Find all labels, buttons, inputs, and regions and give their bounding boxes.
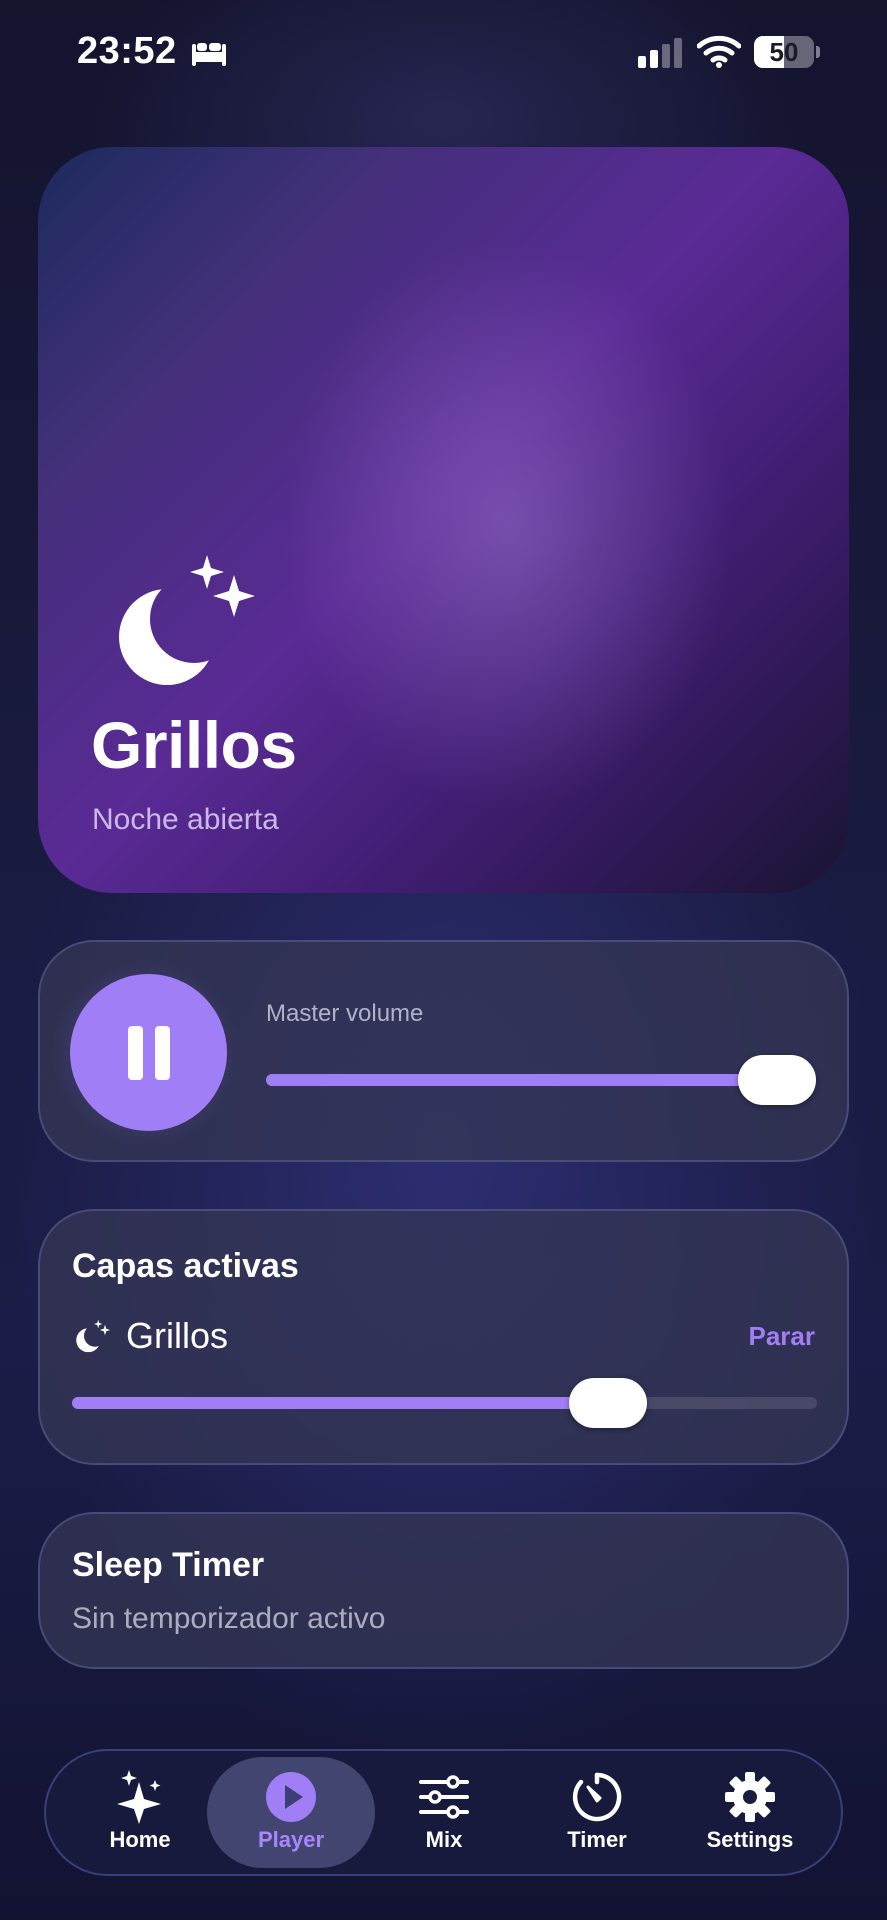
- tab-settings-label: Settings: [706, 1827, 794, 1852]
- player-controls-card: Master volume: [38, 940, 849, 1162]
- active-layers-title: Capas activas: [72, 1247, 299, 1285]
- sound-title: Grillos: [91, 708, 297, 782]
- stop-layer-button[interactable]: Parar: [749, 1321, 816, 1352]
- tab-settings[interactable]: Settings: [666, 1757, 834, 1868]
- tab-mix-label: Mix: [425, 1827, 463, 1852]
- sparkles-icon: [117, 1770, 161, 1824]
- moon-stars-icon: [119, 555, 255, 685]
- layer-name: Grillos: [126, 1315, 229, 1356]
- play-circle-icon: [266, 1772, 316, 1822]
- bed-icon: [192, 43, 226, 66]
- pause-button[interactable]: [70, 974, 227, 1131]
- layer-volume-thumb[interactable]: [569, 1378, 648, 1428]
- tab-timer-label: Timer: [567, 1827, 627, 1852]
- sleep-timer-title: Sleep Timer: [72, 1546, 265, 1584]
- timer-icon: [572, 1772, 622, 1822]
- sleep-timer-card[interactable]: Sleep Timer Sin temporizador activo: [38, 1512, 849, 1669]
- tab-player-label: Player: [257, 1827, 325, 1852]
- signal-icon: [638, 38, 682, 68]
- pause-icon: [127, 1025, 170, 1080]
- sliders-icon: [419, 1775, 469, 1819]
- layer-volume-slider[interactable]: [72, 1378, 817, 1428]
- layer-volume-fill: [72, 1397, 609, 1409]
- gear-icon: [725, 1772, 775, 1822]
- tab-home[interactable]: Home: [56, 1757, 224, 1868]
- tab-player[interactable]: Player: [207, 1757, 375, 1868]
- sound-subtitle: Noche abierta: [92, 803, 279, 836]
- moon-stars-icon: [76, 1319, 111, 1353]
- tab-timer[interactable]: Timer: [513, 1757, 681, 1868]
- tab-mix[interactable]: Mix: [360, 1757, 528, 1868]
- status-time: 23:52: [77, 30, 177, 72]
- battery-icon: 50: [754, 36, 820, 68]
- master-volume-thumb[interactable]: [738, 1055, 816, 1105]
- master-volume-slider[interactable]: [266, 1055, 816, 1105]
- sleep-timer-status: Sin temporizador activo: [72, 1602, 386, 1635]
- status-bar: 23:52 50: [0, 0, 887, 104]
- tab-home-label: Home: [109, 1827, 171, 1852]
- master-volume-label: Master volume: [266, 1000, 424, 1027]
- now-playing-card[interactable]: Grillos Noche abierta: [38, 147, 849, 893]
- tab-bar: Home Player Mix Timer Settings: [44, 1749, 843, 1876]
- wifi-icon: [697, 35, 741, 68]
- active-layers-card: Capas activas Grillos Parar: [38, 1209, 849, 1465]
- battery-percentage: 50: [769, 36, 799, 67]
- master-volume-fill: [266, 1074, 778, 1086]
